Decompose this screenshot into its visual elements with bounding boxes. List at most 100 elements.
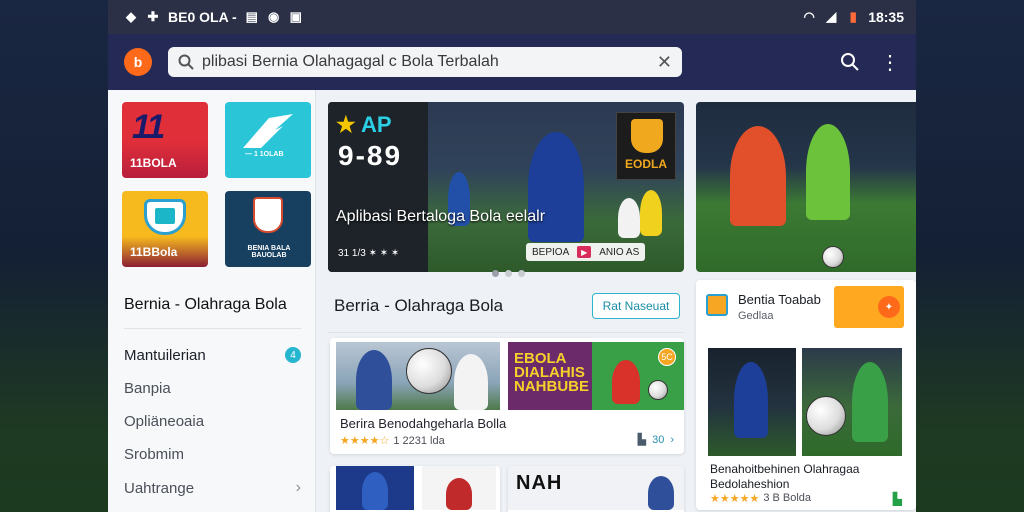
- background-right: [916, 0, 1024, 512]
- card-title: Berira Benodahgeharla Bolla: [340, 416, 507, 431]
- sidebar-item-label: Opliäneoaia: [124, 412, 205, 430]
- cross-icon: ✚: [147, 9, 159, 24]
- sidebar-item-3[interactable]: Opliäneoaia: [124, 409, 301, 433]
- tile-number: 11: [132, 108, 165, 146]
- sidebar-item-5[interactable]: Uahtrange ›: [124, 476, 301, 500]
- wifi-icon: ◠: [803, 9, 815, 24]
- featured-card[interactable]: Bentia Toabab Gedlaa ✦ Benahoitbehinen O…: [696, 280, 916, 510]
- card-image: [336, 466, 414, 510]
- carousel-dot[interactable]: [505, 270, 512, 277]
- carousel-dot[interactable]: [518, 270, 525, 277]
- app-card-small[interactable]: [330, 466, 500, 512]
- ball-icon: [406, 348, 452, 394]
- section-button[interactable]: Rat Naseuat: [592, 293, 680, 319]
- app-bar: b plibasi Bernia Olahagagal c Bola Terba…: [108, 34, 916, 90]
- shield-icon: [144, 199, 186, 235]
- tile-caption: 11BOLA: [130, 156, 177, 170]
- sidebar-title: Bernia - Olahraga Bola: [124, 296, 287, 313]
- card-image: [336, 342, 500, 410]
- arrow-logo-icon: [243, 114, 293, 148]
- featured-title: Bentia Toabab: [738, 292, 821, 307]
- chevron-right-icon: ›: [670, 433, 674, 446]
- download-icon[interactable]: ▙: [893, 492, 902, 506]
- player-figure: [806, 124, 850, 220]
- rating-text: 3 B Bolda: [763, 492, 812, 504]
- status-text: BE0 OLA -: [168, 9, 237, 25]
- section-title: Berria - Olahraga Bola: [334, 296, 504, 315]
- phone-screen: ◆ ✚ BE0 OLA - ▤ ◉ ▣ ◠ ◢ ▮ 18:35 b plibas…: [108, 0, 916, 512]
- app-tile-arrow[interactable]: — 1 1OLAB: [225, 102, 311, 178]
- hero-chip[interactable]: BEPIOA ▶ ANIO AS: [526, 243, 646, 261]
- player-figure: [730, 126, 786, 226]
- more-vert-icon[interactable]: ⋮: [878, 50, 902, 74]
- hero-logo-mid: 9-89: [338, 140, 403, 171]
- crest-icon: [253, 197, 283, 233]
- promo-banner[interactable]: ✦: [834, 286, 904, 328]
- ball-icon: [648, 380, 668, 400]
- notification-icon: ◆: [126, 9, 136, 24]
- signal-icon: ◢: [826, 9, 837, 24]
- featured-rating: ★★★★★ 3 B Bolda: [710, 492, 811, 505]
- app-tile-crest[interactable]: BENIA BALA BAUOLAB: [225, 191, 311, 267]
- sidebar-item-1[interactable]: Mantuilerian 4: [124, 343, 301, 367]
- notification-badge: 4: [285, 347, 301, 363]
- sidebar-item-2[interactable]: Banpia: [124, 376, 301, 400]
- divider: [124, 328, 301, 329]
- rating-text: 1 2231 lda: [393, 434, 445, 447]
- player-figure: [734, 362, 768, 438]
- player-figure: [640, 190, 662, 236]
- status-bar: ◆ ✚ BE0 OLA - ▤ ◉ ▣ ◠ ◢ ▮ 18:35: [108, 0, 916, 34]
- card-image: [802, 348, 902, 456]
- download-icon: ▙: [637, 434, 647, 446]
- player-figure: [362, 472, 388, 510]
- card-action[interactable]: ▙ 30 ›: [637, 433, 674, 447]
- featured-card-title: Benahoitbehinen Olahragaa Bedolaheshion: [710, 462, 860, 491]
- app-tile-shield[interactable]: 11BBola: [122, 191, 208, 267]
- search-input[interactable]: plibasi Bernia Olahagagal c Bola Terbala…: [202, 53, 649, 71]
- card-rating: ★★★★☆ 1 2231 lda: [340, 434, 445, 448]
- chevron-right-icon: ›: [295, 479, 301, 496]
- app-logo[interactable]: b: [124, 48, 152, 76]
- player-figure: [612, 360, 640, 404]
- card-promo-image: EBOLA DIALAHIS NAHBUBE 5C: [508, 342, 684, 410]
- settings-icon: ◉: [268, 9, 280, 24]
- app-card-small[interactable]: NAH: [508, 466, 684, 512]
- promo-text: EBOLA DIALAHIS NAHBUBE: [514, 350, 589, 395]
- hero-meta: 31 1/3 ✶ ✶ ✶: [338, 248, 400, 259]
- player-figure: [618, 198, 640, 238]
- chip-label-left: BEPIOA: [532, 246, 570, 258]
- clock: 18:35: [868, 9, 904, 25]
- close-icon[interactable]: ✕: [657, 52, 672, 73]
- player-figure: [454, 354, 488, 410]
- hero-banner-secondary[interactable]: [696, 102, 916, 272]
- action-count: 30: [652, 433, 665, 446]
- player-figure: [648, 476, 674, 510]
- search-icon[interactable]: [838, 50, 862, 74]
- emblem-text: EODLA: [625, 157, 667, 171]
- sidebar-item-label: Srobmim: [124, 445, 185, 463]
- hero-logo-panel: ★ AP 9-89: [328, 102, 428, 272]
- card-image: [422, 466, 496, 510]
- play-icon: ▶: [577, 246, 592, 258]
- image-icon: ▣: [289, 9, 302, 24]
- promo-panel: EBOLA DIALAHIS NAHBUBE: [508, 342, 592, 410]
- featured-subtitle: Gedlaa: [738, 310, 774, 322]
- battery-icon: ▮: [849, 9, 857, 24]
- sidebar-item-4[interactable]: Srobmim: [124, 442, 301, 466]
- search-box[interactable]: plibasi Bernia Olahagagal c Bola Terbala…: [168, 47, 682, 77]
- shield-icon: [631, 119, 663, 153]
- chip-label-right: ANIO AS: [599, 246, 640, 258]
- status-left: ◆ ✚ BE0 OLA - ▤ ◉ ▣: [124, 9, 303, 25]
- hero-logo-text: AP: [361, 112, 392, 137]
- carousel-dot[interactable]: [492, 270, 499, 277]
- divider: [328, 332, 684, 333]
- background-left: [0, 0, 108, 512]
- grid-icon: ▤: [245, 9, 258, 24]
- app-tile-11bola[interactable]: 11 11BOLA: [122, 102, 208, 178]
- hero-banner[interactable]: ★ AP 9-89 EODLA Aplibasi Bertaloga Bola …: [328, 102, 684, 272]
- promo-badge: 5C: [658, 348, 676, 366]
- ball-icon: [822, 246, 844, 268]
- app-card[interactable]: EBOLA DIALAHIS NAHBUBE 5C Berira Benodah…: [330, 338, 684, 454]
- card-image: [708, 348, 796, 456]
- tile-caption: 11BBola: [130, 245, 178, 259]
